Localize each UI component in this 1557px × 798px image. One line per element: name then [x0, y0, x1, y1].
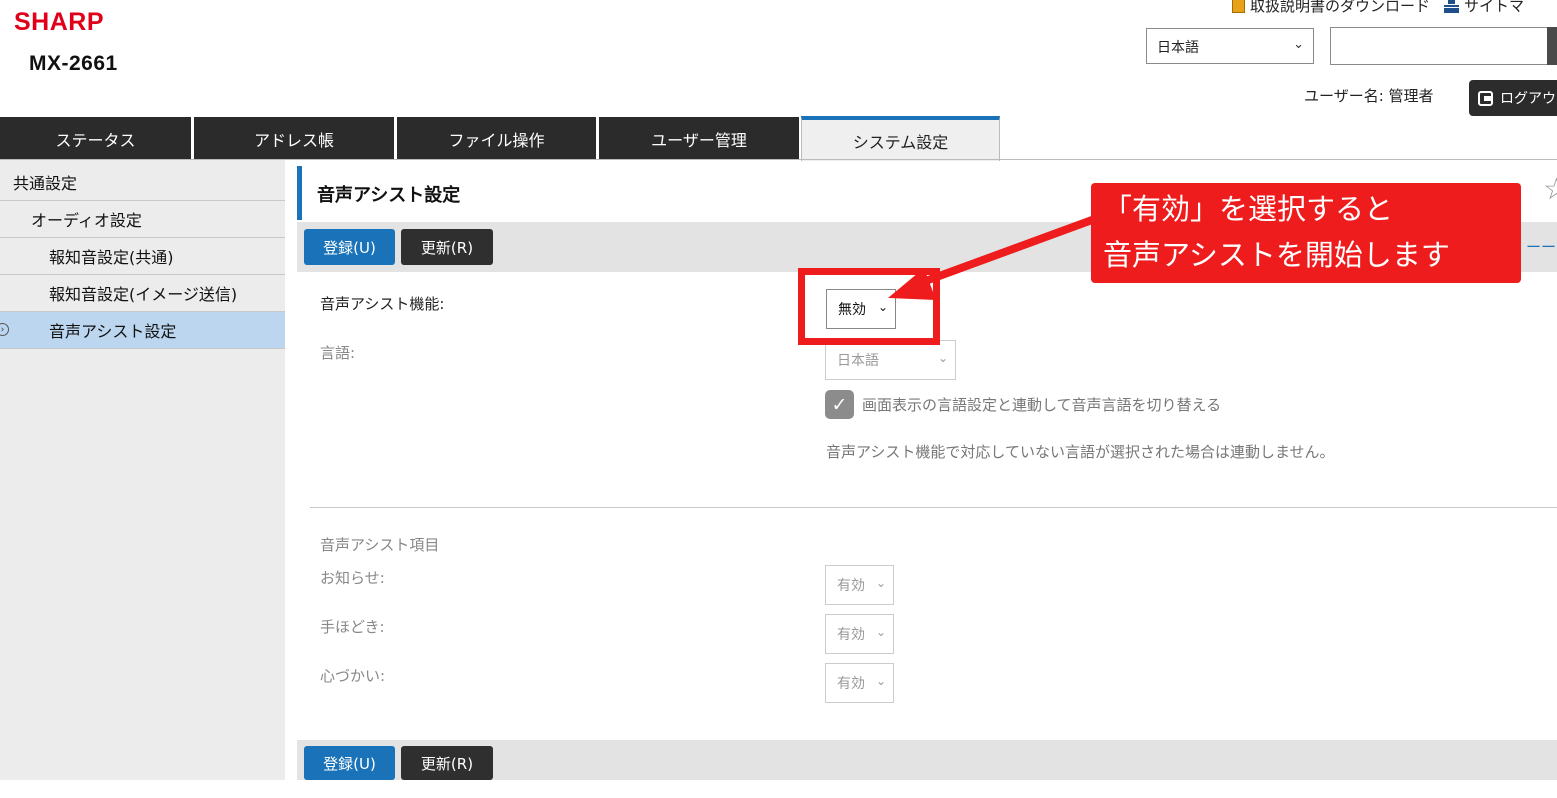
language-label: 言語:	[320, 344, 356, 362]
sharp-logo: SHARP	[14, 8, 105, 36]
manual-download-link[interactable]: 取扱説明書のダウンロード	[1250, 0, 1430, 16]
guidance-item-label: 手ほどき:	[320, 618, 385, 636]
sidebar-item-label: オーディオ設定	[31, 211, 142, 230]
sync-language-checkbox-label: 画面表示の言語設定と連動して音声言語を切り替える	[862, 396, 1222, 414]
tab-user-management[interactable]: ユーザー管理	[599, 117, 799, 160]
manual-icon	[1232, 0, 1245, 13]
annotation-callout: 「有効」を選択すると 音声アシストを開始します	[1091, 183, 1521, 283]
top-links: 取扱説明書のダウンロード サイトマ	[1232, 0, 1524, 16]
sitemap-icon	[1444, 0, 1460, 13]
voice-assist-items-heading: 音声アシスト項目	[320, 536, 440, 554]
chevron-down-icon: ⌄	[937, 351, 948, 365]
tab-file-operations[interactable]: ファイル操作	[397, 117, 596, 160]
register-button-bottom[interactable]: 登録(U)	[304, 746, 395, 780]
sidebar-item-common-settings[interactable]: 共通設定	[0, 164, 285, 201]
sidebar-item-notification-sound-common[interactable]: 報知音設定(共通)	[0, 238, 285, 275]
tab-address-book[interactable]: アドレス帳	[194, 117, 394, 160]
sitemap-link[interactable]: サイトマ	[1464, 0, 1524, 16]
language-sync-note: 音声アシスト機能で対応していない言語が選択された場合は連動しません。	[826, 443, 1335, 461]
model-name: MX-2661	[29, 52, 118, 75]
voice-language-select[interactable]: 日本語 ⌄	[825, 340, 956, 380]
section-divider	[310, 507, 1557, 508]
sidebar-item-label: 報知音設定(共通)	[49, 248, 174, 267]
logout-button[interactable]: ログアウ	[1469, 80, 1557, 116]
search-input[interactable]	[1330, 27, 1557, 65]
sidebar: 共通設定 オーディオ設定 報知音設定(共通) 報知音設定(イメージ送信) › 音…	[0, 160, 285, 780]
annotation-line-2: 音声アシストを開始します	[1103, 238, 1450, 272]
chevron-down-icon: ⌄	[875, 625, 886, 639]
guidance-item-select-value: 有効	[837, 627, 865, 643]
chevron-down-icon: ⌄	[875, 674, 886, 688]
bottom-button-strip: 登録(U) 更新(R)	[297, 740, 1557, 780]
sidebar-item-label: 共通設定	[13, 174, 78, 193]
page-title: 音声アシスト設定	[317, 185, 461, 206]
guidance-item-select[interactable]: 有効 ⌄	[825, 614, 894, 654]
star-icon[interactable]: ☆	[1543, 172, 1557, 207]
notification-item-label: お知らせ:	[320, 569, 385, 587]
sidebar-item-label: 音声アシスト設定	[49, 322, 177, 341]
notification-item-select[interactable]: 有効 ⌄	[825, 565, 894, 605]
logout-icon	[1478, 90, 1493, 106]
chevron-down-icon: ⌄	[1293, 37, 1304, 52]
search-button[interactable]	[1547, 27, 1557, 65]
register-button[interactable]: 登録(U)	[304, 229, 395, 265]
sidebar-item-label: 報知音設定(イメージ送信)	[49, 285, 238, 304]
update-button[interactable]: 更新(R)	[401, 229, 493, 265]
sidebar-item-notification-sound-image-send[interactable]: 報知音設定(イメージ送信)	[0, 275, 285, 312]
tab-system-settings[interactable]: システム設定	[801, 116, 1000, 161]
check-icon: ✓	[831, 393, 848, 416]
callout-arrow-icon	[888, 216, 1096, 300]
voice-assist-label: 音声アシスト機能:	[320, 295, 445, 313]
tab-status[interactable]: ステータス	[0, 117, 191, 160]
consideration-item-select[interactable]: 有効 ⌄	[825, 663, 894, 703]
voice-language-select-value: 日本語	[837, 353, 879, 369]
consideration-item-label: 心づかい:	[320, 667, 386, 685]
notification-item-select-value: 有効	[837, 578, 865, 594]
language-select-value: 日本語	[1157, 40, 1199, 56]
consideration-item-select-value: 有効	[837, 676, 865, 692]
sidebar-item-voice-assist-settings[interactable]: › 音声アシスト設定	[0, 312, 285, 349]
annotation-line-1: 「有効」を選択すると	[1103, 192, 1394, 226]
username-label: ユーザー名: 管理者	[1304, 87, 1434, 105]
sidebar-item-audio-settings[interactable]: オーディオ設定	[0, 201, 285, 238]
strip-link[interactable]: ーー	[1526, 236, 1556, 257]
main-tab-bar: ステータス アドレス帳 ファイル操作 ユーザー管理 システム設定	[0, 116, 1557, 161]
sync-language-checkbox[interactable]: ✓	[825, 390, 854, 419]
chevron-down-icon: ⌄	[875, 576, 886, 590]
update-button-bottom[interactable]: 更新(R)	[401, 746, 493, 780]
logout-label: ログアウ	[1500, 91, 1556, 107]
language-select[interactable]: 日本語 ⌄	[1146, 28, 1314, 64]
arrow-right-icon: ›	[0, 323, 9, 336]
